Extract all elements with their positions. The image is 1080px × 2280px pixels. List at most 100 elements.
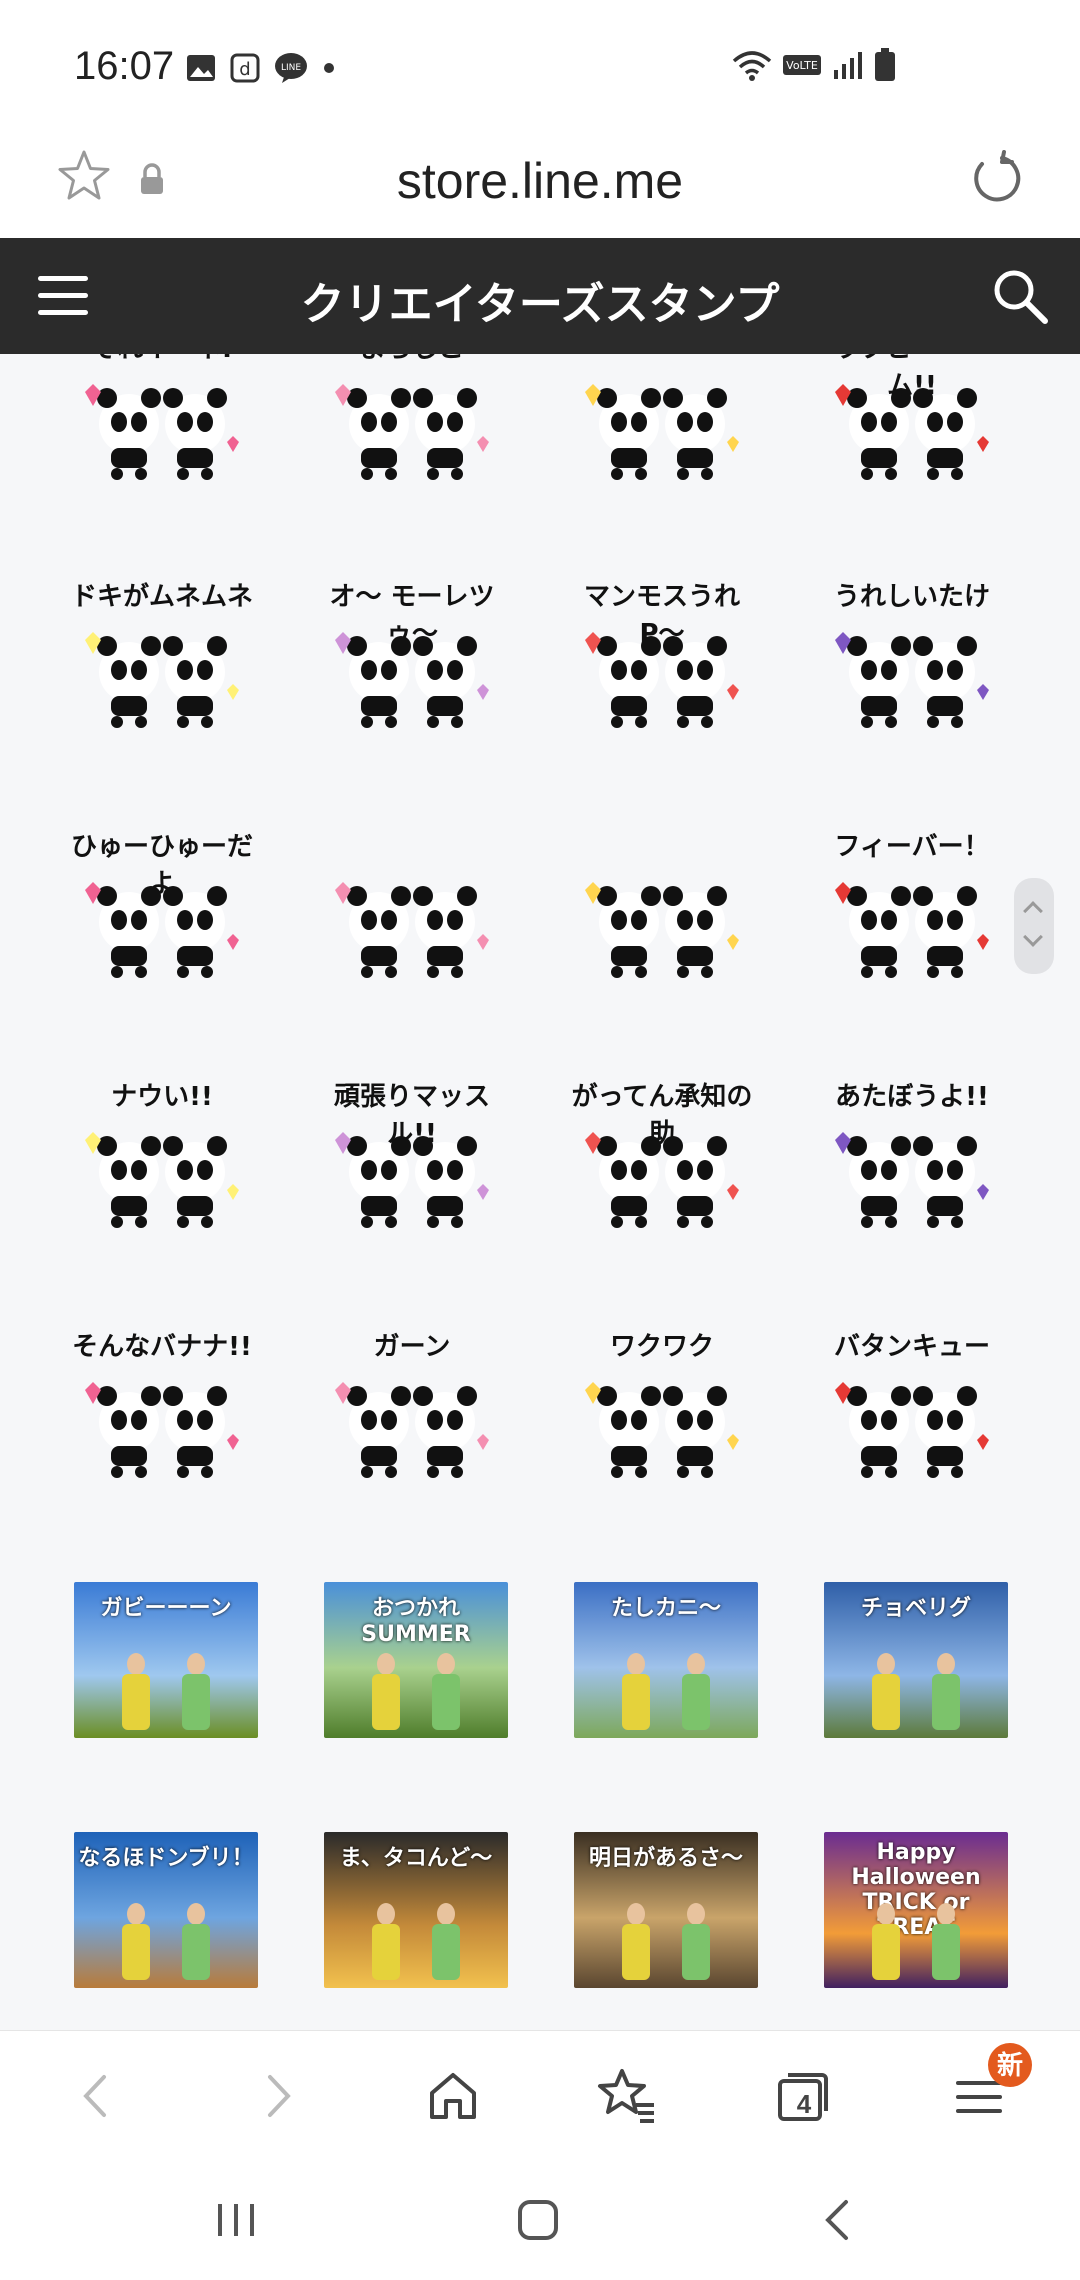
sticker-item[interactable]: よろしこ [312, 354, 512, 494]
people-illustration [622, 1653, 710, 1730]
sticker-item[interactable]: オ〜 モーレツゥ〜 [312, 572, 512, 742]
sticker-item[interactable]: ナウい!! [62, 1072, 262, 1242]
sticker-image: うれしいたけ [812, 572, 1012, 742]
sticker-image: ナウい!! [62, 1072, 262, 1242]
sticker-item[interactable]: そんなバナナ!! [62, 1322, 262, 1492]
sticker-caption: あたぼうよ!! [835, 1082, 989, 1112]
sticker-item[interactable]: ラブビーーーム!! [812, 354, 1012, 494]
home-icon[interactable] [418, 2061, 488, 2131]
search-icon[interactable] [990, 266, 1050, 326]
panda-illustration [335, 882, 489, 978]
sticker-item[interactable]: ひゅーひゅーだよ [62, 822, 262, 992]
sticker-item[interactable]: チョベリグ [812, 1572, 1012, 1742]
sticker-item[interactable]: たしカニ〜 [562, 1572, 762, 1742]
tabs-count: 4 [796, 2089, 812, 2119]
people-illustration [622, 1903, 710, 1980]
address-bar: store.line.me [0, 120, 1080, 238]
sticker-image: フィーバー！ [812, 822, 1012, 992]
recents-icon[interactable] [206, 2190, 266, 2250]
sticker-image: ドキがムネムネ [62, 572, 262, 742]
sticker-caption: よろしこ [312, 354, 512, 365]
people-illustration [122, 1903, 210, 1980]
sticker-image: ワクワク [562, 1322, 762, 1492]
back-icon[interactable] [808, 2190, 868, 2250]
sticker-image: ラブビーーーム!! [812, 354, 1012, 494]
url-text[interactable]: store.line.me [0, 152, 1080, 210]
sticker-item[interactable]: マンモスうれP〜 [562, 572, 762, 742]
gallery-icon [187, 55, 215, 81]
sticker-item[interactable]: ワクワク [562, 1322, 762, 1492]
bookmarks-icon[interactable] [592, 2061, 662, 2131]
panda-illustration [85, 632, 239, 728]
sticker-item[interactable]: 頑張りマッスル!! [312, 1072, 512, 1242]
panda-illustration [335, 384, 489, 480]
sticker-item[interactable]: おつかれ SUMMER [312, 1572, 512, 1742]
sticker-image: マンモスうれP〜 [562, 572, 762, 742]
status-time: 16:07 [74, 44, 175, 88]
sticker-image [312, 822, 512, 992]
people-illustration [372, 1903, 460, 1980]
scrollbar-handle[interactable] [1014, 878, 1054, 974]
sticker-item[interactable] [562, 354, 762, 494]
panda-illustration [585, 1132, 739, 1228]
sticker-caption: それイーネ! [62, 354, 262, 365]
home-icon[interactable] [508, 2190, 568, 2250]
panda-illustration [85, 882, 239, 978]
panda-illustration [835, 384, 989, 480]
system-navigation-bar [0, 2160, 1080, 2280]
browser-menu-button[interactable]: 新 [944, 2043, 1032, 2131]
sticker-item[interactable]: うれしいたけ [812, 572, 1012, 742]
reload-icon[interactable] [968, 150, 1024, 206]
sticker-list[interactable]: それイーネ! よろしこ [0, 354, 1080, 2030]
panda-illustration [585, 882, 739, 978]
sticker-item[interactable]: なるほドンブリ！ [62, 1822, 262, 1992]
sticker-image: ひゅーひゅーだよ [62, 822, 262, 992]
sticker-item[interactable]: がってん承知の助 [562, 1072, 762, 1242]
people-illustration [872, 1653, 960, 1730]
sticker-item[interactable]: あたぼうよ!! [812, 1072, 1012, 1242]
sticker-image: よろしこ [312, 354, 512, 494]
panda-illustration [85, 384, 239, 480]
back-icon[interactable] [62, 2061, 132, 2131]
sticker-item[interactable]: フィーバー！ [812, 822, 1012, 992]
sticker-item[interactable]: 明日があるさ〜 [562, 1822, 762, 1992]
sticker-item[interactable]: ま、タコんど〜 [312, 1822, 512, 1992]
tabs-button[interactable]: 4 [768, 2061, 838, 2131]
sticker-image: たしカニ〜 [574, 1582, 758, 1738]
panda-illustration [335, 1132, 489, 1228]
svg-text:LINE: LINE [281, 63, 301, 73]
forward-icon[interactable] [242, 2061, 312, 2131]
status-right-icons: VoLTE [732, 48, 896, 82]
site-header: クリエイターズスタンプ [0, 238, 1080, 354]
panda-illustration [585, 384, 739, 480]
sticker-item[interactable]: ドキがムネムネ [62, 572, 262, 742]
page-title: クリエイターズスタンプ [300, 280, 780, 329]
panda-illustration [585, 632, 739, 728]
sticker-item[interactable]: それイーネ! [62, 354, 262, 494]
sticker-image [562, 822, 762, 992]
panda-illustration [585, 1382, 739, 1478]
sticker-item[interactable] [312, 822, 512, 992]
sticker-caption: そんなバナナ!! [72, 1332, 252, 1362]
sticker-item[interactable]: Happy Halloween TRICK or TREAT [812, 1822, 1012, 1992]
svg-text:d: d [239, 59, 250, 80]
panda-illustration [835, 1132, 989, 1228]
signal-icon [834, 52, 862, 79]
panda-illustration [85, 1132, 239, 1228]
sticker-item[interactable]: ガビーーーン [62, 1572, 262, 1742]
people-illustration [372, 1653, 460, 1730]
sticker-image: あたぼうよ!! [812, 1072, 1012, 1242]
sticker-caption: フィーバー！ [834, 832, 990, 862]
notification-badge: 新 [988, 2043, 1032, 2087]
line-icon: LINE [275, 53, 307, 83]
sticker-item[interactable]: バタンキュー [812, 1322, 1012, 1492]
wifi-icon [732, 51, 772, 81]
sticker-image: 明日があるさ〜 [574, 1832, 758, 1988]
panda-illustration [835, 882, 989, 978]
sticker-caption: バタンキュー [833, 1332, 990, 1362]
people-illustration [122, 1653, 210, 1730]
sticker-image: チョベリグ [824, 1582, 1008, 1738]
sticker-image: オ〜 モーレツゥ〜 [312, 572, 512, 742]
sticker-item[interactable] [562, 822, 762, 992]
sticker-item[interactable]: ガーン [312, 1322, 512, 1492]
